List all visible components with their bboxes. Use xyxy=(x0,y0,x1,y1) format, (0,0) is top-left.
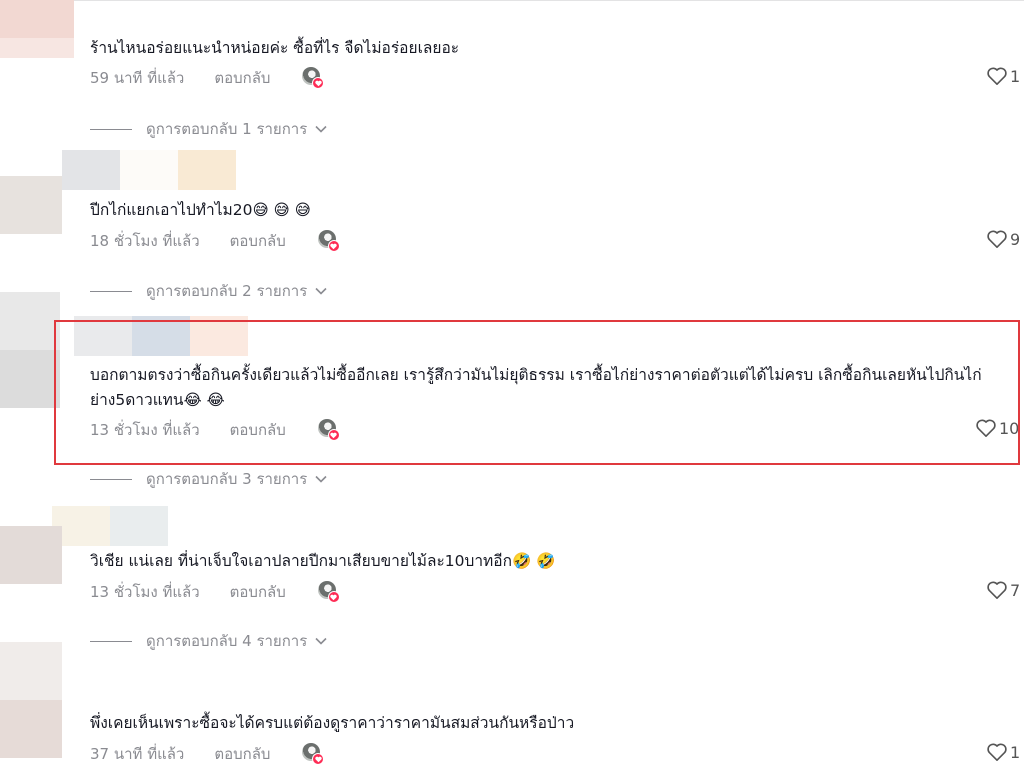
blurred-avatar-3b xyxy=(0,350,60,408)
chevron-down-icon xyxy=(315,475,327,483)
creator-liked-badge xyxy=(317,581,340,603)
comment-timestamp: 13 ชั่วโมง ที่แล้ว xyxy=(90,583,200,601)
view-replies-button[interactable]: ดูการตอบกลับ 3 รายการ xyxy=(90,467,327,491)
heart-badge-icon xyxy=(327,429,340,441)
blurred-avatar-5b xyxy=(0,700,62,758)
reply-button[interactable]: ตอบกลับ xyxy=(214,742,270,766)
replies-divider xyxy=(90,640,132,642)
comment-timestamp: 37 นาที ที่แล้ว xyxy=(90,745,185,763)
heart-outline-icon xyxy=(987,230,1007,248)
blurred-avatar-1[interactable] xyxy=(0,0,74,38)
heart-badge-icon xyxy=(327,591,340,603)
replies-divider xyxy=(90,478,132,480)
heart-outline-icon xyxy=(987,581,1007,599)
view-replies-button[interactable]: ดูการตอบกลับ 1 รายการ xyxy=(90,117,327,141)
blurred-username-2c xyxy=(178,150,236,190)
heart-outline-icon xyxy=(987,67,1007,85)
like-button[interactable]: 1 xyxy=(986,66,1020,86)
view-replies-label: ดูการตอบกลับ 4 รายการ xyxy=(146,632,308,650)
top-divider xyxy=(0,0,1024,1)
creator-liked-badge xyxy=(317,419,340,441)
blurred-username-3c xyxy=(190,316,248,356)
comment-text: บอกตามตรงว่าซื้อกินครั้งเดียวแล้วไม่ซื้อ… xyxy=(90,366,982,409)
blurred-username-4b xyxy=(110,506,168,546)
heart-badge-icon xyxy=(327,240,340,252)
like-count: 7 xyxy=(1010,580,1021,600)
comment-timestamp: 18 ชั่วโมง ที่แล้ว xyxy=(90,232,200,250)
blurred-username-3 xyxy=(74,316,132,356)
blurred-username-3b xyxy=(132,316,190,356)
blurred-avatar-4[interactable] xyxy=(0,526,62,584)
like-count: 9 xyxy=(1010,229,1021,249)
view-replies-button[interactable]: ดูการตอบกลับ 4 รายการ xyxy=(90,629,327,653)
blurred-avatar-3[interactable] xyxy=(0,292,60,350)
like-count: 1 xyxy=(1010,66,1021,86)
blurred-avatar-2[interactable] xyxy=(0,176,62,234)
chevron-down-icon xyxy=(315,287,327,295)
comment-text: พึ่งเคยเห็นเพราะซื้อจะได้ครบแต่ต้องดูราค… xyxy=(90,714,575,732)
comment-text: ปีกไก่แยกเอาไปทำไม20😅 😅 😅 xyxy=(90,201,311,219)
creator-liked-badge xyxy=(302,743,325,765)
replies-divider xyxy=(90,290,132,292)
heart-badge-icon xyxy=(312,753,325,765)
reply-button[interactable]: ตอบกลับ xyxy=(230,229,286,253)
comment-text: วิเชีย แน่เลย ที่น่าเจ็บใจเอาปลายปีกมาเส… xyxy=(90,552,556,570)
chevron-down-icon xyxy=(315,125,327,133)
chevron-down-icon xyxy=(315,637,327,645)
like-button[interactable]: 1 xyxy=(986,742,1020,762)
comment-timestamp: 13 ชั่วโมง ที่แล้ว xyxy=(90,421,200,439)
reply-button[interactable]: ตอบกลับ xyxy=(214,66,270,90)
like-button[interactable]: 9 xyxy=(986,229,1020,249)
like-count: 10 xyxy=(999,418,1020,438)
creator-liked-badge xyxy=(317,230,340,252)
like-count: 1 xyxy=(1010,742,1021,762)
reply-button[interactable]: ตอบกลับ xyxy=(230,580,286,604)
comment-meta: 37 นาที ที่แล้ว ตอบกลับ xyxy=(90,742,325,766)
view-replies-label: ดูการตอบกลับ 3 รายการ xyxy=(146,470,308,488)
heart-badge-icon xyxy=(312,77,325,89)
like-button[interactable]: 7 xyxy=(986,580,1020,600)
blurred-avatar-1b xyxy=(0,38,74,58)
blurred-username-2 xyxy=(62,150,120,190)
blurred-username-2b xyxy=(120,150,178,190)
comment-meta: 13 ชั่วโมง ที่แล้ว ตอบกลับ xyxy=(90,580,340,604)
comment-timestamp: 59 นาที ที่แล้ว xyxy=(90,69,185,87)
view-replies-label: ดูการตอบกลับ 1 รายการ xyxy=(146,120,308,138)
replies-divider xyxy=(90,128,132,130)
comment-meta: 59 นาที ที่แล้ว ตอบกลับ xyxy=(90,66,325,90)
creator-liked-badge xyxy=(302,67,325,89)
like-button[interactable]: 10 xyxy=(975,418,1019,438)
view-replies-button[interactable]: ดูการตอบกลับ 2 รายการ xyxy=(90,279,327,303)
comment-text: ร้านไหนอร่อยแนะนำหน่อยค่ะ ซื้อที่ไร จืดไ… xyxy=(90,39,460,57)
comment-meta: 18 ชั่วโมง ที่แล้ว ตอบกลับ xyxy=(90,229,340,253)
comment-meta: 13 ชั่วโมง ที่แล้ว ตอบกลับ xyxy=(90,418,340,442)
heart-outline-icon xyxy=(987,743,1007,761)
blurred-avatar-5[interactable] xyxy=(0,642,62,700)
heart-outline-icon xyxy=(976,419,996,437)
reply-button[interactable]: ตอบกลับ xyxy=(230,418,286,442)
view-replies-label: ดูการตอบกลับ 2 รายการ xyxy=(146,282,308,300)
